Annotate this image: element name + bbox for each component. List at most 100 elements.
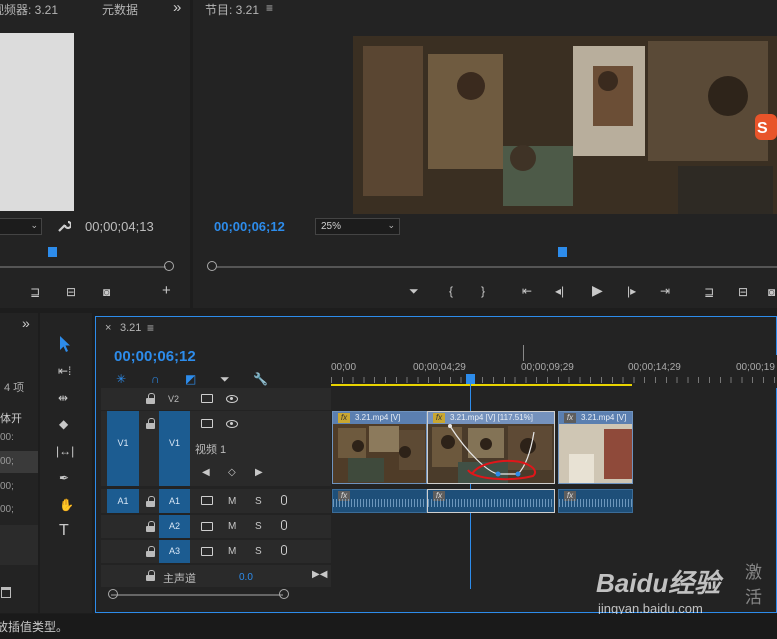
camera-icon[interactable] <box>201 394 213 403</box>
track-target-v1[interactable]: V1 <box>159 411 190 486</box>
zoom-scroll-start-handle[interactable] <box>108 589 118 599</box>
program-timecode[interactable]: 00;00;06;12 <box>214 219 285 234</box>
lock-icon[interactable] <box>146 546 155 558</box>
go-to-out-icon[interactable]: ⇥ <box>660 283 670 299</box>
add-keyframe-icon[interactable]: ◇ <box>228 465 236 481</box>
lock-icon[interactable] <box>146 496 155 508</box>
pen-tool-icon[interactable]: ✒ <box>59 470 69 486</box>
mute-button[interactable]: M <box>228 546 236 557</box>
metadata-tab[interactable]: 元数据 <box>102 1 138 18</box>
project-row[interactable]: 00; <box>0 451 38 473</box>
razor-tool-icon[interactable]: ◆ <box>59 416 68 432</box>
project-row[interactable]: 00: <box>0 432 14 443</box>
sync-lock-icon[interactable] <box>201 547 213 556</box>
ripple-edit-tool-icon[interactable]: ⇹ <box>58 390 68 406</box>
timeline-zoom-scrollbar[interactable] <box>111 594 283 596</box>
go-to-end-icon[interactable]: ▶◀ <box>312 567 327 583</box>
timeline-playhead-marker[interactable] <box>466 374 475 384</box>
solo-button[interactable]: S <box>255 496 262 507</box>
track-select-tool-icon[interactable]: ⇤⁞ <box>58 363 71 379</box>
source-scrub-end-handle[interactable] <box>164 261 174 271</box>
time-ruler[interactable]: 00;00 00;00;04;29 00;00;09;29 00;00;14;2… <box>331 355 777 388</box>
program-playhead-marker[interactable] <box>558 247 567 257</box>
camera-icon[interactable]: ◙ <box>103 284 110 300</box>
add-marker-icon[interactable]: ⏷ <box>409 283 419 299</box>
source-patch-v1[interactable]: V1 <box>107 411 139 486</box>
source-zoom-dropdown[interactable]: ⌄ <box>0 218 42 235</box>
project-column-header[interactable]: 体开 <box>0 410 22 426</box>
type-tool-icon[interactable]: T <box>59 523 69 539</box>
prev-keyframe-icon[interactable]: ◀ <box>202 465 210 481</box>
source-monitor-title[interactable]: 视频器: 3.21 <box>0 1 58 18</box>
step-forward-icon[interactable]: |▸ <box>627 283 636 299</box>
program-panel-menu-icon[interactable]: ≡ <box>266 1 273 15</box>
timeline-menu-icon[interactable]: ≡ <box>147 321 154 335</box>
solo-button[interactable]: S <box>255 521 262 532</box>
eye-icon[interactable] <box>226 395 238 403</box>
add-button-icon[interactable]: + <box>162 283 171 299</box>
video-clip[interactable]: 3.21.mp4 [V] fx <box>332 411 427 484</box>
mark-out-icon[interactable]: } <box>481 283 485 299</box>
go-to-in-icon[interactable]: ⇤ <box>522 283 532 299</box>
program-zoom-dropdown[interactable]: 25% ⌄ <box>315 218 400 235</box>
export-frame-icon[interactable]: ◙ <box>768 284 775 300</box>
step-back-icon[interactable]: ◂| <box>555 283 564 299</box>
track-target-a1[interactable]: A1 <box>159 489 190 513</box>
lock-icon[interactable] <box>146 393 155 405</box>
insert-icon[interactable]: ⊒ <box>30 284 40 300</box>
work-area-bar[interactable] <box>331 384 632 386</box>
video-clip-selected[interactable]: 3.21.mp4 [V] [117.51%] fx <box>427 411 555 484</box>
mute-button[interactable]: M <box>228 496 236 507</box>
source-timecode[interactable]: 00;00;04;13 <box>85 219 154 234</box>
hand-tool-icon[interactable]: ✋ <box>59 497 74 513</box>
add-marker-icon[interactable]: ⏷ <box>220 371 230 387</box>
play-icon[interactable]: ▶ <box>592 282 603 298</box>
panel-overflow-button[interactable]: » <box>173 0 181 16</box>
slip-tool-icon[interactable]: |↔| <box>56 443 74 459</box>
track-v2-label[interactable]: V2 <box>168 394 179 404</box>
linked-selection-icon[interactable]: ◩ <box>185 371 196 387</box>
lock-icon[interactable] <box>146 418 155 430</box>
trash-icon[interactable] <box>1 587 11 598</box>
zoom-scroll-end-handle[interactable] <box>279 589 289 599</box>
sync-lock-icon[interactable] <box>201 522 213 531</box>
nest-sequence-icon[interactable]: ✳ <box>116 371 126 387</box>
project-overflow-button[interactable]: » <box>22 315 30 331</box>
wrench-icon[interactable] <box>57 219 73 233</box>
microphone-icon[interactable] <box>281 495 287 505</box>
source-scrub-track[interactable] <box>0 266 166 268</box>
audio-clip[interactable]: fx <box>332 489 427 513</box>
source-playhead-marker[interactable] <box>48 247 57 257</box>
microphone-icon[interactable] <box>281 545 287 555</box>
timeline-settings-wrench-icon[interactable]: 🔧 <box>253 371 268 387</box>
project-row[interactable]: 00; <box>0 504 14 515</box>
solo-button[interactable]: S <box>255 546 262 557</box>
video-clip[interactable]: 3.21.mp4 [V] fx <box>558 411 633 484</box>
sync-lock-icon[interactable] <box>201 496 213 505</box>
selection-tool-icon[interactable] <box>58 335 72 356</box>
overwrite-icon[interactable]: ⊟ <box>66 284 76 300</box>
timeline-timecode[interactable]: 00;00;06;12 <box>114 348 196 365</box>
track-target-a2[interactable]: A2 <box>159 515 190 538</box>
lift-icon[interactable]: ⊒ <box>704 284 714 300</box>
eye-icon[interactable] <box>226 420 238 428</box>
snap-magnet-icon[interactable]: ∩ <box>151 371 160 387</box>
mark-in-icon[interactable]: { <box>449 283 453 299</box>
audio-clip[interactable]: fx <box>558 489 633 513</box>
program-scrub-start-handle[interactable] <box>207 261 217 271</box>
mute-button[interactable]: M <box>228 521 236 532</box>
program-scrub-track[interactable] <box>217 266 777 268</box>
camera-icon[interactable] <box>201 419 213 428</box>
source-patch-a1[interactable]: A1 <box>107 489 139 513</box>
extract-icon[interactable]: ⊟ <box>738 284 748 300</box>
project-row[interactable]: 00; <box>0 481 14 492</box>
program-monitor-title[interactable]: 节目: 3.21 <box>205 1 259 18</box>
timeline-tab-title[interactable]: 3.21 <box>120 322 141 334</box>
lock-icon[interactable] <box>146 570 155 582</box>
microphone-icon[interactable] <box>281 520 287 530</box>
lock-icon[interactable] <box>146 521 155 533</box>
next-keyframe-icon[interactable]: ▶ <box>255 465 263 481</box>
timeline-close-button[interactable]: × <box>105 322 111 334</box>
track-target-a3[interactable]: A3 <box>159 540 190 563</box>
audio-clip-selected[interactable]: fx <box>427 489 555 513</box>
